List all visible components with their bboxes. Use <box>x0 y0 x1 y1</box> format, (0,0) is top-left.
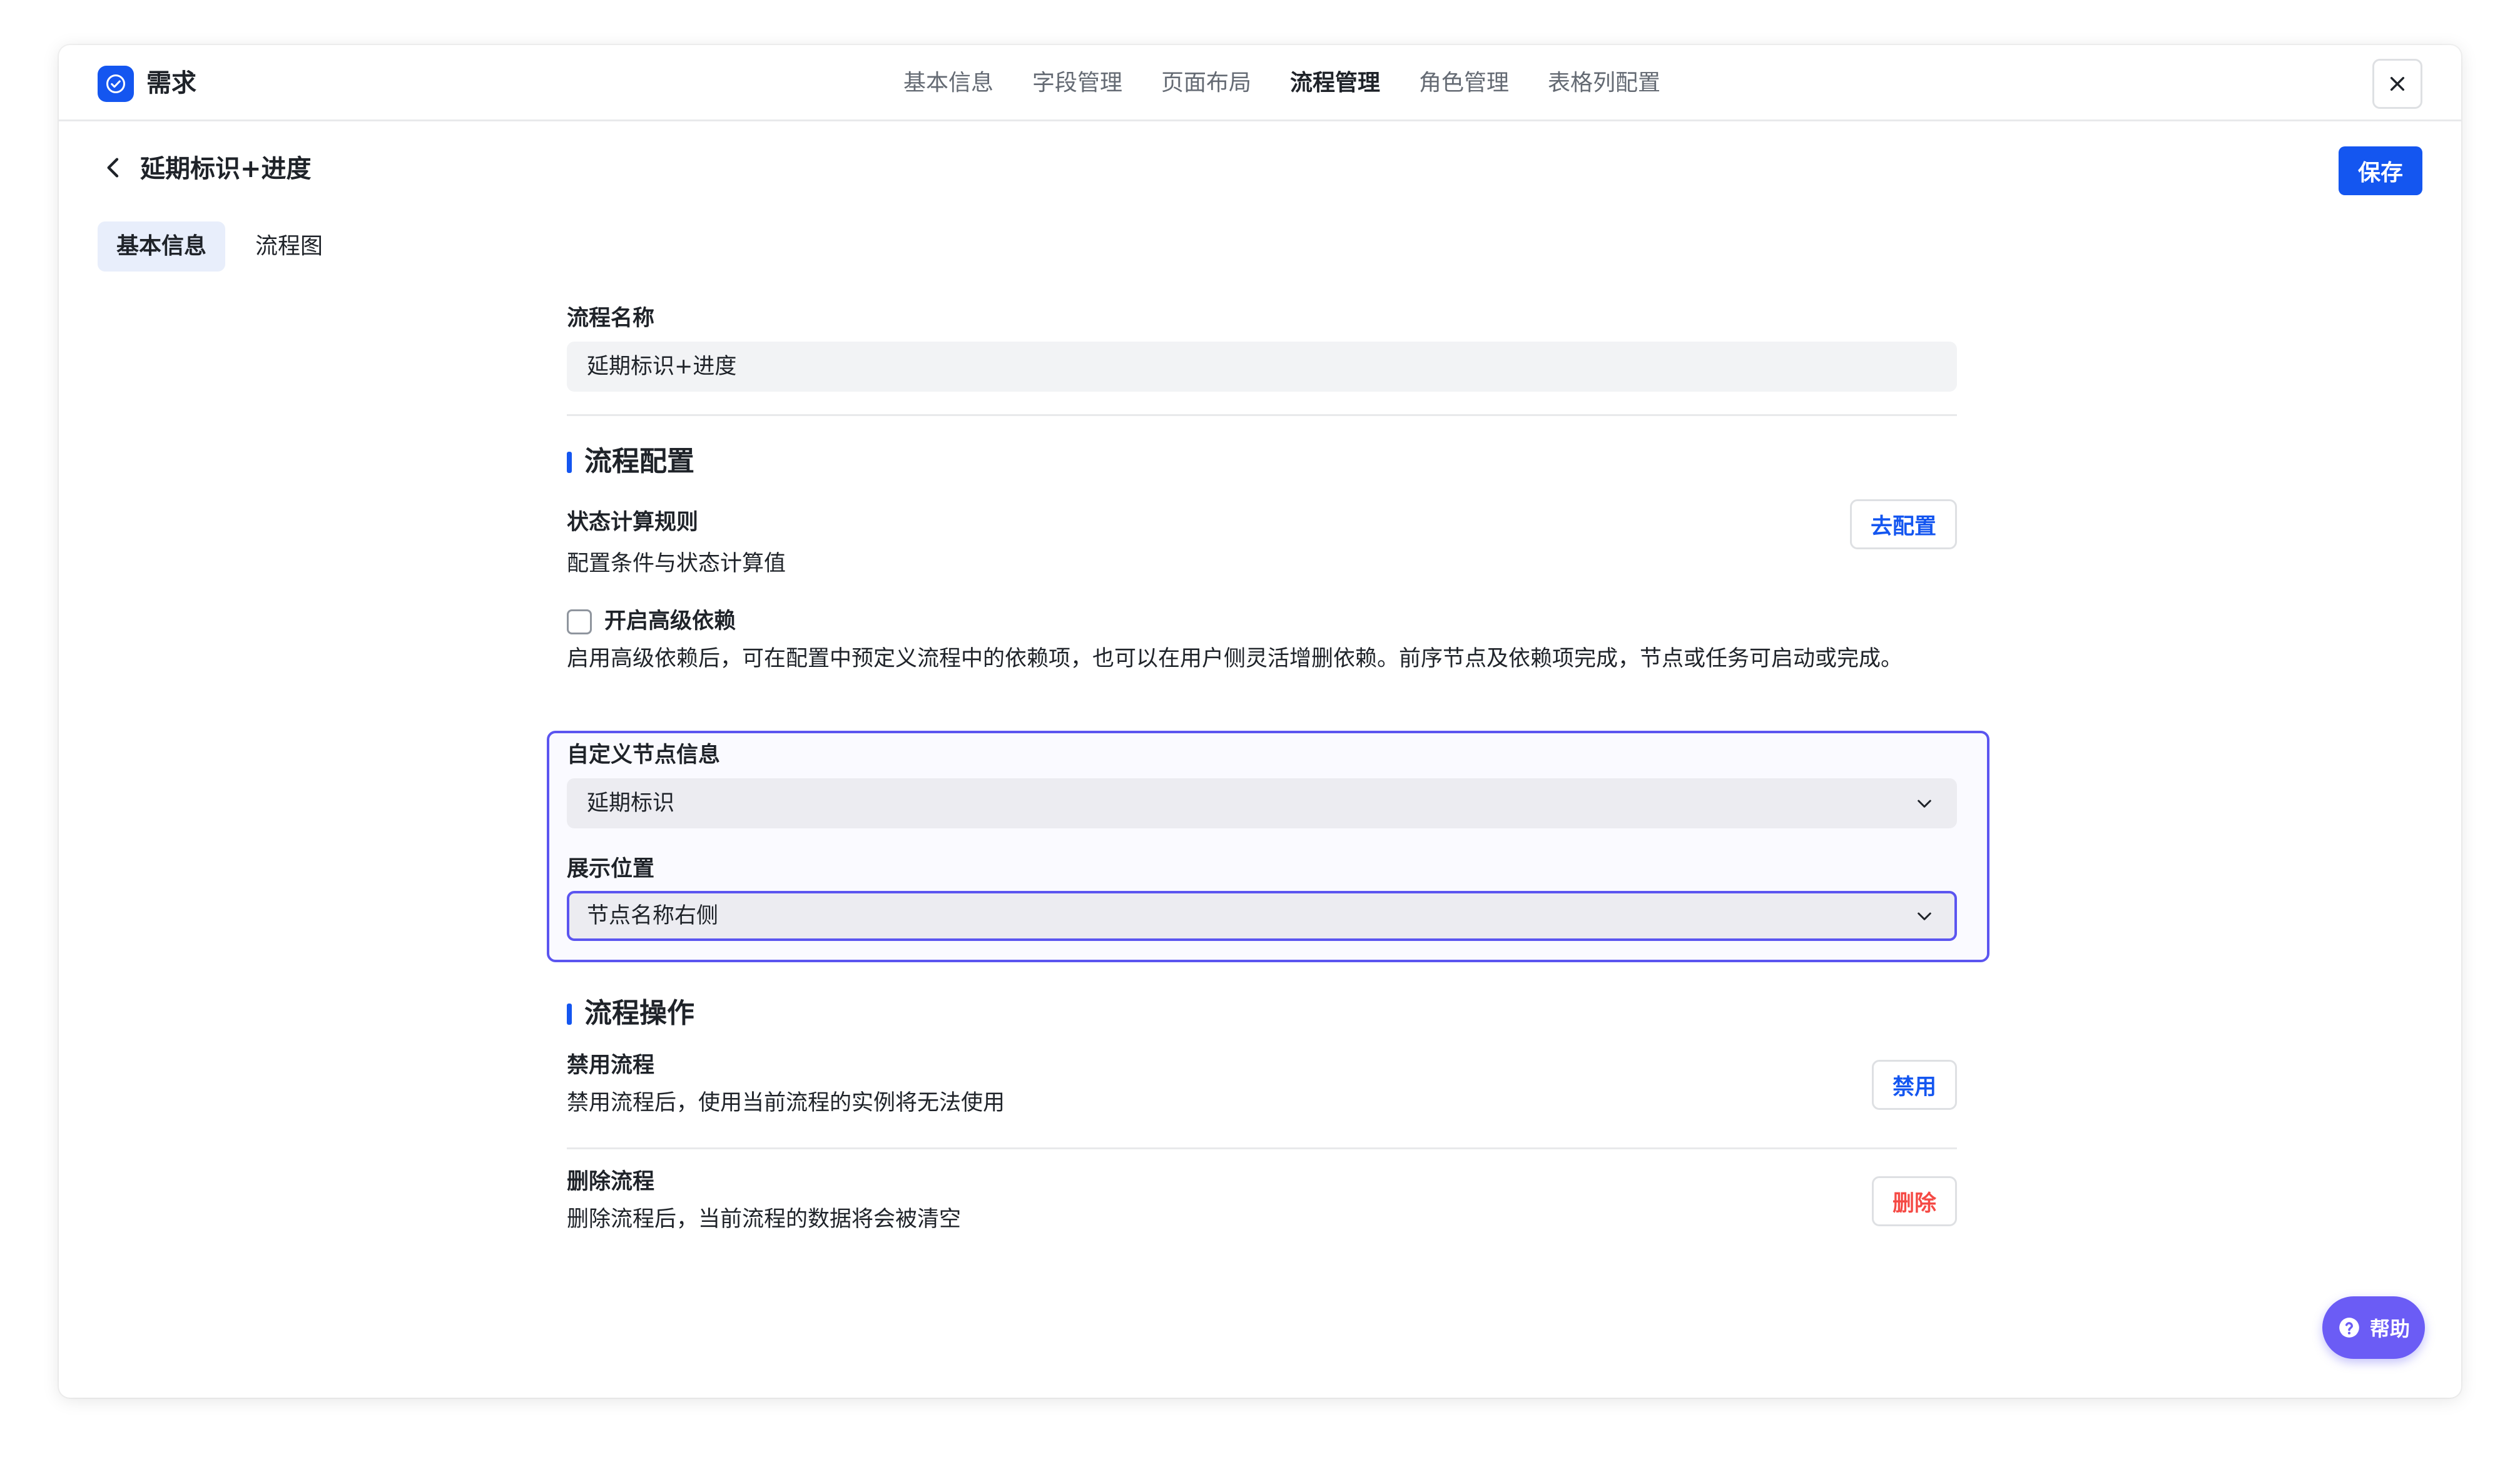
tab-page-layout[interactable]: 页面布局 <box>1161 64 1251 102</box>
chevron-left-icon[interactable] <box>101 155 126 180</box>
custom-node-value: 延期标识 <box>587 791 675 816</box>
tab-field-management[interactable]: 字段管理 <box>1032 64 1122 102</box>
divider <box>567 414 1957 416</box>
app-window: 需求 基本信息 字段管理 页面布局 流程管理 角色管理 表格列配置 延期标识+进… <box>59 45 2461 1398</box>
delete-flow-label: 删除流程 <box>567 1169 655 1194</box>
top-bar: 需求 基本信息 字段管理 页面布局 流程管理 角色管理 表格列配置 <box>59 45 2461 121</box>
advanced-dependency-checkbox[interactable] <box>567 609 592 634</box>
disable-button[interactable]: 禁用 <box>1871 1060 1957 1110</box>
disable-flow-desc: 禁用流程后，使用当前流程的实例将无法使用 <box>567 1090 1005 1116</box>
state-rule-desc: 配置条件与状态计算值 <box>567 551 786 576</box>
subtab-basic-info[interactable]: 基本信息 <box>98 221 226 272</box>
advanced-dependency-desc: 启用高级依赖后，可在配置中预定义流程中的依赖项，也可以在用户侧灵活增删依赖。前序… <box>567 646 1903 671</box>
close-button[interactable] <box>2372 59 2422 109</box>
nav-tabs: 基本信息 字段管理 页面布局 流程管理 角色管理 表格列配置 <box>59 45 2461 121</box>
disable-flow-label: 禁用流程 <box>567 1053 655 1078</box>
help-label: 帮助 <box>2369 1317 2410 1341</box>
chevron-down-icon <box>1918 800 1931 808</box>
custom-node-label: 自定义节点信息 <box>567 743 721 768</box>
page-title: 延期标识+进度 <box>140 155 312 183</box>
subtab-flow-chart[interactable]: 流程图 <box>236 221 342 272</box>
divider <box>567 1147 1957 1149</box>
sub-tabs: 基本信息 流程图 <box>98 221 342 272</box>
configure-button[interactable]: 去配置 <box>1849 499 1957 549</box>
close-icon <box>2390 76 2405 91</box>
flow-name-input[interactable]: 延期标识+进度 <box>567 342 1957 392</box>
delete-button[interactable]: 删除 <box>1871 1176 1957 1226</box>
advanced-dependency-label[interactable]: 开启高级依赖 <box>604 606 736 637</box>
section-flow-config: 流程配置 <box>567 443 694 480</box>
help-button[interactable]: 帮助 <box>2322 1296 2425 1359</box>
display-position-value: 节点名称右侧 <box>587 903 719 928</box>
tab-table-column-config[interactable]: 表格列配置 <box>1548 64 1660 102</box>
section-flow-operations: 流程操作 <box>567 995 694 1032</box>
state-rule-label: 状态计算规则 <box>567 510 699 535</box>
flow-name-label: 流程名称 <box>567 306 655 331</box>
chevron-down-icon <box>1918 912 1931 920</box>
display-position-select[interactable]: 节点名称右侧 <box>567 891 1957 941</box>
delete-flow-desc: 删除流程后，当前流程的数据将会被清空 <box>567 1207 962 1232</box>
tab-role-management[interactable]: 角色管理 <box>1419 64 1509 102</box>
tab-flow-management[interactable]: 流程管理 <box>1290 64 1380 102</box>
question-circle-icon <box>2339 1318 2359 1338</box>
custom-node-select[interactable]: 延期标识 <box>567 778 1957 828</box>
display-position-label: 展示位置 <box>567 856 655 882</box>
tab-basic-info[interactable]: 基本信息 <box>903 64 993 102</box>
save-button[interactable]: 保存 <box>2339 146 2422 195</box>
